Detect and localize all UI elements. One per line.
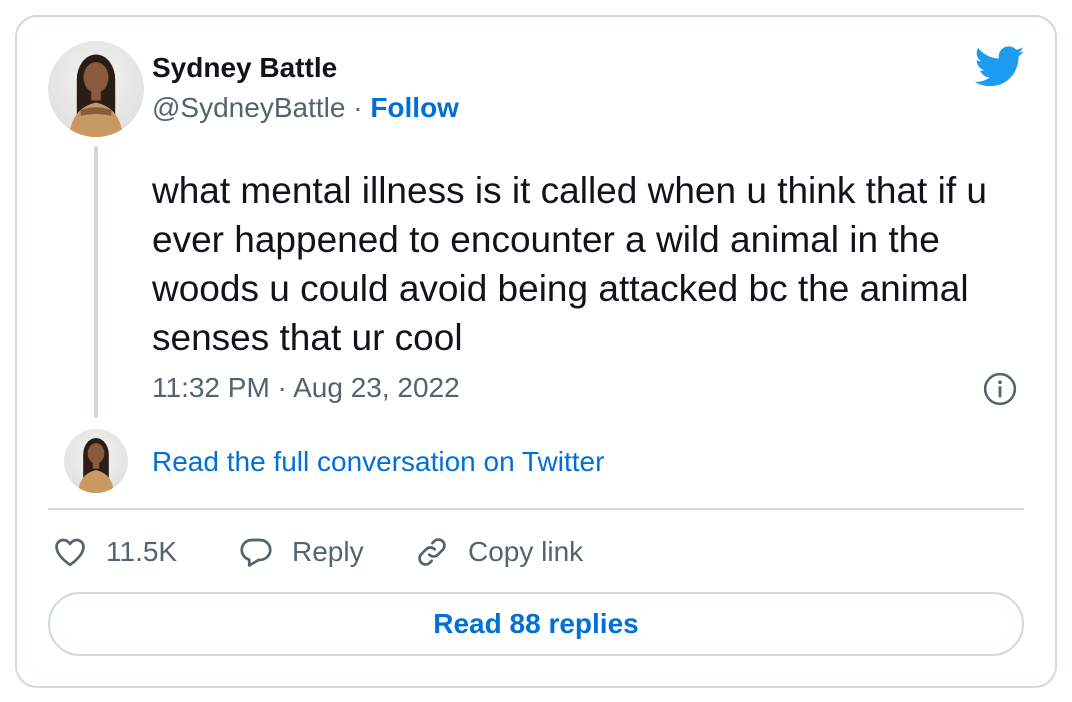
divider <box>48 508 1024 510</box>
author-handle[interactable]: @SydneyBattle <box>152 92 345 123</box>
handle-separator: · <box>345 92 371 123</box>
reply-bubble-icon <box>240 538 272 567</box>
author-avatar[interactable] <box>48 41 144 137</box>
read-replies-button[interactable]: Read 88 replies <box>48 592 1024 656</box>
follow-link[interactable]: Follow <box>370 92 459 123</box>
info-icon[interactable] <box>983 372 1017 406</box>
like-count: 11.5K <box>106 536 178 567</box>
reply-button[interactable]: Reply <box>238 532 364 572</box>
heart-icon <box>55 538 85 567</box>
tweet-timestamp[interactable]: 11:32 PM · Aug 23, 2022 <box>152 372 460 404</box>
author-handle-row: @SydneyBattle · Follow <box>152 92 459 124</box>
twitter-bird-icon[interactable] <box>975 46 1025 88</box>
read-replies-label: Read 88 replies <box>433 608 639 639</box>
copy-link-button[interactable]: Copy link <box>414 532 583 572</box>
tweet-text: what mental illness is it called when u … <box>152 170 987 358</box>
like-button[interactable]: 11.5K <box>52 532 177 572</box>
author-display-name[interactable]: Sydney Battle <box>152 52 337 84</box>
thread-connector-line <box>94 146 98 418</box>
reply-label: Reply <box>292 536 364 567</box>
conversation-avatar[interactable] <box>64 429 128 493</box>
copy-link-label: Copy link <box>468 536 584 567</box>
link-icon <box>418 538 446 566</box>
read-full-conversation-link[interactable]: Read the full conversation on Twitter <box>152 446 604 478</box>
